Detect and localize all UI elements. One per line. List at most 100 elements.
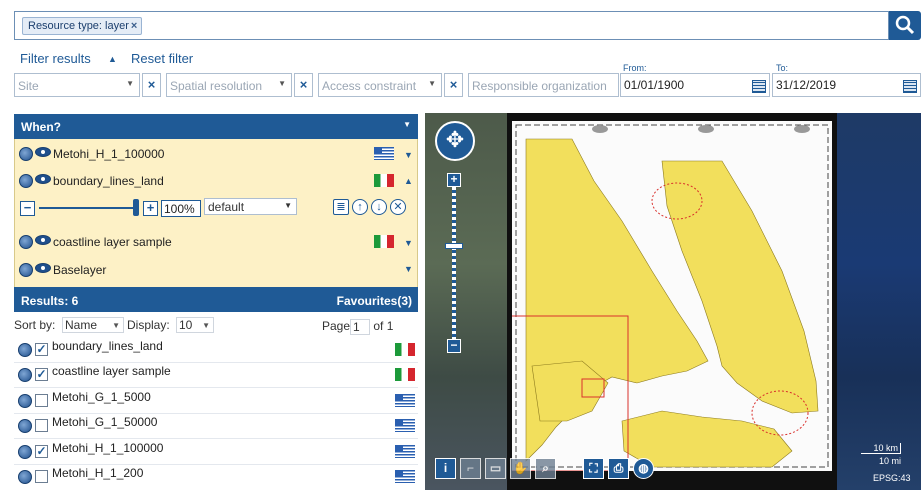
move-up-icon[interactable]: ↑ bbox=[352, 199, 368, 215]
chevron-up-icon[interactable]: ▲ bbox=[404, 176, 413, 186]
reset-filter-link[interactable]: Reset filter bbox=[131, 51, 193, 66]
layer-row[interactable]: coastline layer sample ▼ bbox=[15, 229, 419, 255]
result-checkbox[interactable]: ✓ bbox=[35, 445, 48, 458]
satellite-tile-right bbox=[837, 113, 921, 490]
pan-control[interactable]: ✥ bbox=[435, 121, 475, 161]
layer-row[interactable]: boundary_lines_land ▲ bbox=[15, 168, 419, 194]
result-name[interactable]: Metohi_G_1_50000 bbox=[52, 415, 157, 429]
opacity-slider-thumb[interactable] bbox=[133, 199, 139, 216]
sort-by-select[interactable]: Name ▼ bbox=[62, 317, 124, 333]
layer-row[interactable]: Metohi_H_1_100000 ▼ bbox=[15, 141, 419, 167]
full-extent-icon[interactable]: ⛶ bbox=[583, 458, 604, 479]
measure-line-icon[interactable]: ⌐ bbox=[460, 458, 481, 479]
result-name[interactable]: Metohi_H_1_200 bbox=[52, 466, 143, 480]
chevron-down-icon: ▼ bbox=[284, 201, 292, 210]
calendar-icon[interactable] bbox=[903, 80, 917, 93]
globe-icon bbox=[18, 343, 32, 357]
collapse-filters-icon[interactable]: ▲ bbox=[108, 54, 117, 64]
result-row[interactable]: Metohi_H_1_200 bbox=[14, 465, 418, 490]
layer-row[interactable]: Baselayer ▼ bbox=[15, 257, 419, 283]
italy-flag-icon bbox=[395, 343, 415, 356]
remove-layer-icon[interactable]: ✕ bbox=[390, 199, 406, 215]
access-constraint-select[interactable]: Access constraint ▼ bbox=[318, 73, 442, 97]
filter-tag-remove-button[interactable]: × bbox=[131, 20, 137, 32]
move-down-icon[interactable]: ↓ bbox=[371, 199, 387, 215]
result-name[interactable]: coastline layer sample bbox=[52, 364, 171, 378]
filter-results-link[interactable]: Filter results bbox=[20, 51, 91, 66]
magnifier-icon bbox=[895, 15, 915, 35]
to-date-value: 31/12/2019 bbox=[776, 78, 837, 92]
result-row[interactable]: Metohi_G_1_50000 bbox=[14, 414, 418, 439]
result-checkbox[interactable] bbox=[35, 394, 48, 407]
zoom-control: + − bbox=[445, 173, 463, 353]
nautical-chart-sheet bbox=[501, 121, 832, 472]
chevron-down-icon: ▼ bbox=[126, 79, 134, 88]
globe-icon bbox=[18, 419, 32, 433]
style-select[interactable]: default ▼ bbox=[204, 198, 297, 215]
measure-area-icon[interactable]: ▭ bbox=[485, 458, 506, 479]
visibility-eye-icon[interactable] bbox=[35, 235, 51, 245]
site-select-placeholder: Site bbox=[18, 79, 39, 93]
result-row[interactable]: Metohi_G_1_5000 bbox=[14, 389, 418, 414]
pan-hand-icon[interactable]: ✋ bbox=[510, 458, 531, 479]
print-icon[interactable]: ⎙ bbox=[608, 458, 629, 479]
opacity-decrease-button[interactable]: − bbox=[20, 201, 35, 216]
search-button[interactable] bbox=[889, 11, 921, 40]
display-count-select[interactable]: 10 ▼ bbox=[176, 317, 214, 333]
page-number-input[interactable]: 1 bbox=[350, 319, 371, 335]
greece-flag-icon bbox=[395, 394, 415, 407]
globe-basemap-icon[interactable]: ◍ bbox=[633, 458, 654, 479]
map-viewport[interactable]: ✥ + − i ⌐ ▭ ✋ ⌕ ⛶ ⎙ ◍ 10 km 10 mi EPSG:4… bbox=[425, 113, 921, 490]
calendar-icon[interactable] bbox=[752, 80, 766, 93]
result-checkbox[interactable]: ✓ bbox=[35, 343, 48, 356]
opacity-increase-button[interactable]: + bbox=[143, 201, 158, 216]
layer-name: coastline layer sample bbox=[53, 235, 172, 249]
favourites-link[interactable]: Favourites(3) bbox=[337, 294, 412, 308]
display-count-value: 10 bbox=[179, 318, 193, 332]
result-checkbox[interactable] bbox=[35, 419, 48, 432]
site-select[interactable]: Site ▼ bbox=[14, 73, 140, 97]
zoom-in-button[interactable]: + bbox=[447, 173, 461, 187]
result-name[interactable]: Metohi_H_1_100000 bbox=[52, 441, 163, 455]
zoom-box-icon[interactable]: ⌕ bbox=[535, 458, 556, 479]
from-date-input[interactable]: 01/01/1900 bbox=[620, 73, 770, 97]
scale-mi: 10 mi bbox=[878, 456, 901, 466]
responsible-organization-select[interactable]: Responsible organization bbox=[468, 73, 619, 97]
opacity-value-field[interactable]: 100% bbox=[161, 200, 201, 217]
resource-type-filter-tag: Resource type: layer × bbox=[22, 17, 143, 35]
result-name[interactable]: Metohi_G_1_5000 bbox=[52, 390, 151, 404]
spatial-resolution-clear-button[interactable]: × bbox=[294, 73, 313, 97]
layer-opacity-controls: − + 100% default ▼ ≣ ↑ ↓ ✕ bbox=[15, 193, 419, 223]
chevron-down-icon[interactable]: ▼ bbox=[404, 150, 413, 160]
spatial-resolution-select[interactable]: Spatial resolution ▼ bbox=[166, 73, 292, 97]
layer-name: Metohi_H_1_100000 bbox=[53, 147, 165, 161]
result-row[interactable]: ✓ coastline layer sample bbox=[14, 363, 418, 388]
sort-by-value: Name bbox=[65, 318, 98, 332]
access-constraint-clear-button[interactable]: × bbox=[444, 73, 463, 97]
result-checkbox[interactable]: ✓ bbox=[35, 368, 48, 381]
chevron-down-icon[interactable]: ▼ bbox=[403, 120, 411, 129]
opacity-slider-track[interactable] bbox=[39, 207, 135, 209]
result-checkbox[interactable] bbox=[35, 470, 48, 483]
zoom-slider-track[interactable] bbox=[452, 187, 456, 339]
site-clear-button[interactable]: × bbox=[142, 73, 161, 97]
zoom-out-button[interactable]: − bbox=[447, 339, 461, 353]
to-date-input[interactable]: 31/12/2019 bbox=[772, 73, 921, 97]
zoom-slider-thumb[interactable] bbox=[445, 243, 463, 249]
chevron-down-icon: ▼ bbox=[202, 321, 210, 330]
when-panel-header[interactable]: When? ▼ bbox=[14, 114, 418, 139]
chevron-down-icon[interactable]: ▼ bbox=[404, 264, 413, 274]
search-bar[interactable]: Resource type: layer × bbox=[14, 11, 889, 40]
visibility-eye-icon[interactable] bbox=[35, 263, 51, 273]
sort-by-label: Sort by: bbox=[14, 318, 56, 332]
metadata-document-icon[interactable]: ≣ bbox=[333, 199, 349, 215]
page-total: of 1 bbox=[373, 319, 394, 334]
info-tool-button[interactable]: i bbox=[435, 458, 456, 479]
result-row[interactable]: ✓ Metohi_H_1_100000 bbox=[14, 440, 418, 465]
visibility-eye-icon[interactable] bbox=[35, 147, 51, 157]
visibility-eye-icon[interactable] bbox=[35, 174, 51, 184]
chevron-down-icon[interactable]: ▼ bbox=[404, 238, 413, 248]
italy-flag-icon bbox=[374, 174, 394, 187]
result-name[interactable]: boundary_lines_land bbox=[52, 339, 163, 353]
result-row[interactable]: ✓ boundary_lines_land bbox=[14, 338, 418, 363]
